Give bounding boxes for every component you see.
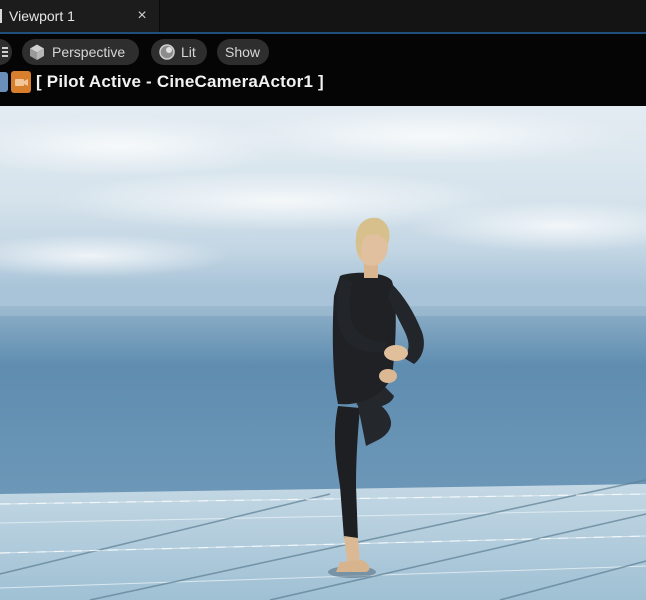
tab-drag-handle [0,9,2,23]
actor-icon [0,72,8,92]
lit-label: Lit [181,44,196,60]
pilot-status-row: [ Pilot Active - CineCameraActor1 ] [0,70,400,94]
sphere-shading-icon [159,44,175,60]
unreal-viewport-window: Viewport 1 × Perspective Lit Show [Pilo… [0,0,646,600]
viewport-scene [0,106,646,600]
perspective-button[interactable]: Perspective [22,39,139,65]
pilot-active-label: [ Pilot Active - CineCameraActor1 ] [36,72,324,91]
cube-icon [30,44,44,60]
tab-bar: Viewport 1 × [0,0,646,34]
camera-icon[interactable] [11,71,31,93]
perspective-label: Perspective [52,44,126,60]
hamburger-menu-icon [2,47,8,57]
ocean-background [0,306,646,506]
3d-viewport[interactable] [0,106,646,600]
tab-title: Viewport 1 [9,8,75,24]
viewport-options-button[interactable] [0,39,12,65]
view-mode-lit-button[interactable]: Lit [151,39,207,65]
viewport-toolbar: Perspective Lit Show [ Pilot Active - Ci… [0,34,646,106]
tab-viewport-1[interactable]: Viewport 1 × [0,0,160,33]
show-flags-button[interactable]: Show [217,39,269,65]
show-label: Show [225,44,261,60]
close-icon[interactable]: × [134,6,150,26]
